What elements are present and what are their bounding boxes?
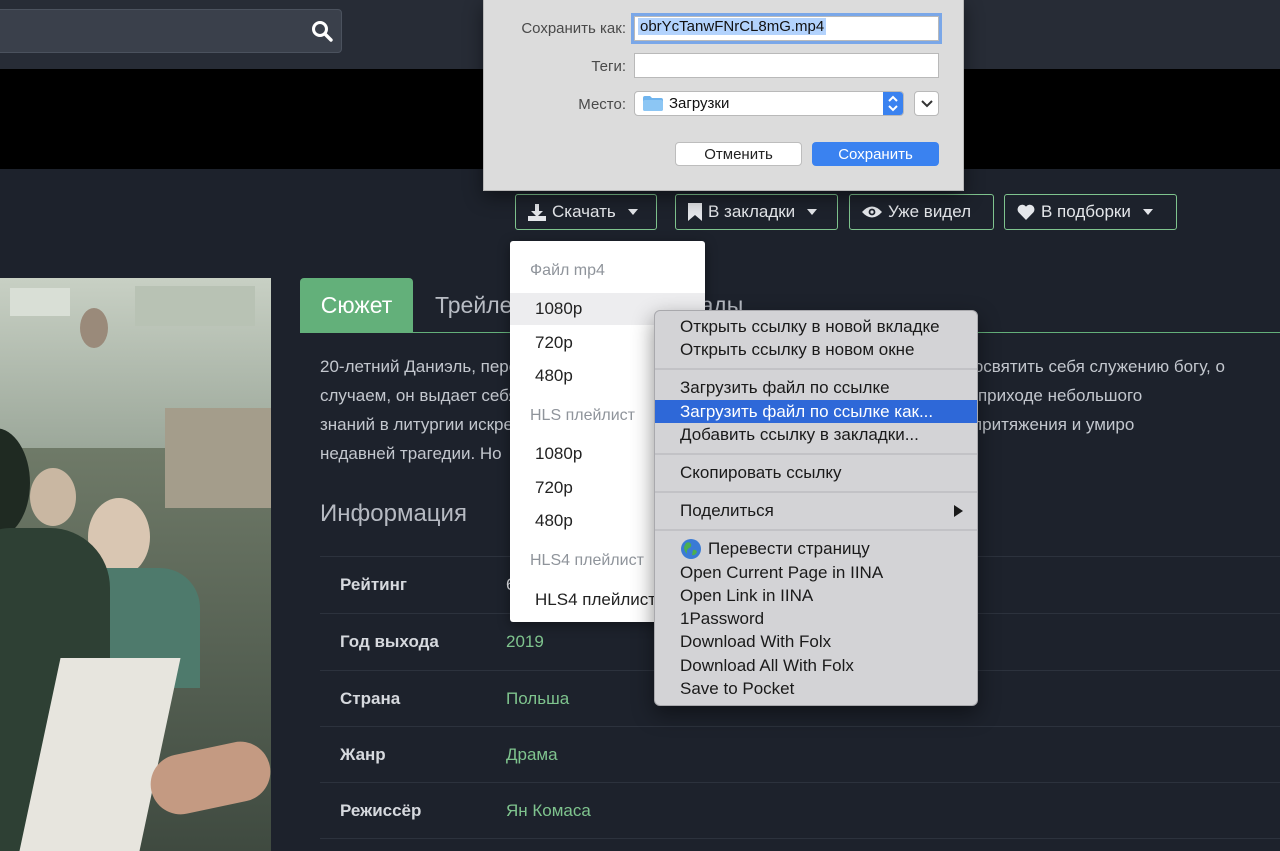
info-key: Страна	[340, 689, 401, 708]
info-heading: Информация	[320, 500, 467, 527]
menu-copy-link[interactable]: Скопировать ссылку	[655, 461, 977, 484]
menu-open-link-iina[interactable]: Open Link in IINA	[655, 584, 977, 607]
menu-bookmark-link[interactable]: Добавить ссылку в закладки...	[655, 423, 977, 446]
menu-separator	[655, 529, 977, 531]
download-icon	[528, 203, 546, 221]
menu-separator	[655, 368, 977, 370]
info-key: Год выхода	[340, 632, 439, 651]
tags-field[interactable]	[634, 53, 939, 78]
collections-button[interactable]: В подборки	[1004, 194, 1177, 230]
watched-button[interactable]: Уже видел	[849, 194, 994, 230]
dropdown-header: HLS плейлист	[530, 407, 636, 424]
heart-icon	[1017, 204, 1035, 220]
info-row-genre: Жанр Драма	[320, 726, 1280, 782]
folder-icon	[643, 96, 663, 111]
menu-download-all-folx[interactable]: Download All With Folx	[655, 654, 977, 677]
menu-save-to-pocket[interactable]: Save to Pocket	[655, 677, 977, 700]
dropdown-header: HLS4 плейлист	[530, 552, 644, 569]
info-value-link[interactable]: Ян Комаса	[506, 801, 591, 821]
caret-down-icon	[1142, 209, 1153, 215]
search-button[interactable]	[304, 13, 340, 49]
dropdown-header: Файл mp4	[530, 262, 605, 279]
eye-icon	[862, 206, 882, 218]
filename-field[interactable]: obrYcTanwFNrCL8mG.mp4	[631, 13, 942, 44]
info-key: Жанр	[340, 745, 386, 764]
bookmarks-button-label: В закладки	[708, 202, 796, 221]
menu-share-label: Поделиться	[680, 500, 774, 520]
location-select[interactable]: Загрузки	[634, 91, 904, 116]
menu-open-page-iina[interactable]: Open Current Page in IINA	[655, 561, 977, 584]
watched-button-label: Уже видел	[888, 202, 972, 221]
stepper-icon	[883, 92, 903, 115]
menu-download-link-as[interactable]: Загрузить файл по ссылке как...	[655, 400, 977, 423]
menu-open-new-window[interactable]: Открыть ссылку в новом окне	[655, 338, 977, 361]
info-key: Рейтинг	[340, 575, 407, 594]
collections-button-label: В подборки	[1041, 202, 1131, 221]
bookmarks-button[interactable]: В закладки	[675, 194, 838, 230]
menu-download-link[interactable]: Загрузить файл по ссылке	[655, 376, 977, 399]
menu-open-new-tab[interactable]: Открыть ссылку в новой вкладке	[655, 315, 977, 338]
cancel-button[interactable]: Отменить	[675, 142, 802, 166]
tab-plot[interactable]: Сюжет	[300, 278, 413, 333]
search-icon	[312, 21, 333, 42]
expand-dialog-button[interactable]	[914, 91, 939, 116]
tags-label: Теги:	[591, 58, 626, 75]
bookmark-icon	[688, 203, 702, 221]
location-value: Загрузки	[669, 95, 730, 112]
menu-translate-label: Перевести страницу	[708, 538, 870, 558]
info-value-link[interactable]: Польша	[506, 689, 569, 709]
info-value-link[interactable]: Драма	[506, 745, 558, 765]
save-as-label: Сохранить как:	[521, 20, 626, 37]
menu-1password[interactable]: 1Password	[655, 607, 977, 630]
submenu-arrow-icon	[954, 505, 963, 517]
menu-download-folx[interactable]: Download With Folx	[655, 630, 977, 653]
caret-down-icon	[807, 209, 818, 215]
divider	[320, 838, 1280, 839]
menu-separator	[655, 491, 977, 493]
globe-icon	[681, 538, 701, 559]
info-value-link[interactable]: 2019	[506, 632, 544, 652]
menu-share[interactable]: Поделиться	[655, 499, 977, 522]
filename-value: obrYcTanwFNrCL8mG.mp4	[638, 18, 827, 35]
menu-translate-page[interactable]: Перевести страницу	[655, 537, 977, 560]
download-button[interactable]: Скачать	[515, 194, 657, 230]
caret-down-icon	[627, 209, 638, 215]
download-button-label: Скачать	[552, 202, 616, 221]
info-key: Режиссёр	[340, 801, 422, 820]
menu-separator	[655, 453, 977, 455]
context-menu: Открыть ссылку в новой вкладке Открыть с…	[654, 310, 978, 706]
movie-poster	[0, 278, 271, 851]
save-dialog: Сохранить как: obrYcTanwFNrCL8mG.mp4 Тег…	[483, 0, 964, 191]
chevron-down-icon	[920, 99, 933, 107]
save-button[interactable]: Сохранить	[812, 142, 939, 166]
where-label: Место:	[578, 96, 626, 113]
info-row-director: Режиссёр Ян Комаса	[320, 782, 1280, 838]
search-input[interactable]	[0, 9, 342, 53]
